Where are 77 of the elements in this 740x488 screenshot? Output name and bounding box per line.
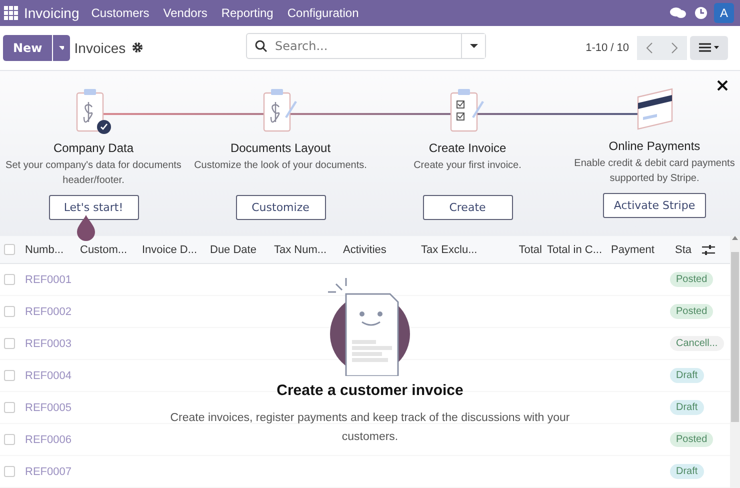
- table-cell-text: REF0004: [24, 370, 72, 382]
- settings-icon[interactable]: [132, 42, 143, 54]
- row-checkbox[interactable]: [4, 434, 15, 445]
- table-cell-text: REF0006: [24, 434, 72, 446]
- menu-item[interactable]: Reporting: [221, 6, 274, 20]
- new-button[interactable]: New: [3, 34, 52, 61]
- column-header[interactable]: Invoice D...: [137, 244, 205, 256]
- select-all-checkbox[interactable]: [4, 244, 15, 255]
- column-header[interactable]: Sta: [670, 244, 702, 256]
- previous-button[interactable]: [637, 36, 662, 60]
- table-cell-text: REF0001: [24, 274, 72, 286]
- table-cell-text: REF0007: [24, 466, 72, 478]
- column-header[interactable]: Payment: [606, 244, 670, 256]
- sliders-icon[interactable]: [702, 244, 715, 256]
- empty-state-title: Create a customer invoice: [276, 382, 464, 399]
- step-description: Enable credit & debit card payments supported by Stripe.: [573, 156, 736, 186]
- user-avatar[interactable]: A: [714, 2, 734, 23]
- table-cell-text: REF0005: [24, 402, 72, 414]
- status-badge: Posted: [670, 272, 714, 287]
- chat-icon[interactable]: [670, 6, 686, 20]
- search-options-button[interactable]: [461, 34, 485, 58]
- app-name[interactable]: Invoicing: [24, 4, 80, 21]
- status-badge: Draft: [670, 400, 704, 415]
- search-bar[interactable]: Search...: [246, 32, 486, 59]
- search-icon: [255, 40, 267, 52]
- step-description: Customize the look of your documents.: [193, 158, 368, 173]
- step-title: Online Payments: [608, 138, 700, 153]
- status-badge: Posted: [670, 304, 714, 319]
- chevron-right-icon: [671, 42, 678, 54]
- status-badge: Draft: [670, 368, 704, 383]
- chevron-left-icon: [646, 42, 653, 54]
- tour-pointer-icon: [76, 214, 96, 241]
- step-description: Create your first invoice.: [412, 158, 522, 173]
- row-checkbox[interactable]: [4, 466, 15, 477]
- table-cell-text: REF0002: [24, 306, 72, 318]
- column-header[interactable]: Tax Exclu...: [416, 244, 486, 256]
- menu-item[interactable]: Customers: [91, 6, 150, 20]
- next-button[interactable]: [662, 36, 687, 60]
- caret-icon: [470, 44, 478, 48]
- empty-state-text: Create invoices, register payments and keep track of the discussions with your customers.: [169, 411, 571, 445]
- close-icon: [717, 80, 728, 91]
- step-button[interactable]: Activate Stripe: [602, 192, 706, 218]
- column-header[interactable]: Tax Num...: [269, 244, 338, 256]
- breadcrumb: Invoices: [74, 40, 126, 56]
- column-header[interactable]: Numb...: [20, 244, 75, 256]
- step-button[interactable]: Customize: [236, 194, 326, 220]
- row-checkbox[interactable]: [4, 370, 15, 381]
- column-header[interactable]: Custom...: [75, 244, 137, 256]
- menu-item[interactable]: Vendors: [163, 6, 208, 20]
- clock-icon[interactable]: [694, 6, 708, 20]
- column-header[interactable]: Total: [486, 244, 542, 256]
- pager-value[interactable]: 1-10 / 10: [586, 42, 629, 54]
- step-title: Create Invoice: [428, 140, 506, 155]
- column-header[interactable]: Total in C...: [542, 244, 606, 256]
- status-badge: Draft: [670, 464, 704, 479]
- apps-grid-icon[interactable]: [4, 6, 18, 20]
- step-description: Set your company's data for documents header/footer.: [4, 158, 182, 188]
- caret-icon: [59, 46, 64, 50]
- row-checkbox[interactable]: [4, 402, 15, 413]
- new-dropdown-button[interactable]: [52, 34, 70, 61]
- clipboard-icon: [74, 86, 114, 135]
- status-badge: Cancell...: [670, 336, 724, 351]
- step-title: Company Data: [53, 140, 134, 155]
- table-cell-text: REF0003: [24, 338, 72, 350]
- step-button[interactable]: Create: [422, 194, 512, 220]
- list-icon: [699, 43, 719, 52]
- scrollbar-thumb[interactable]: [731, 252, 739, 422]
- step-button[interactable]: Let's start!: [48, 194, 138, 220]
- row-checkbox[interactable]: [4, 274, 15, 285]
- row-checkbox[interactable]: [4, 338, 15, 349]
- column-header[interactable]: Activities: [338, 244, 416, 256]
- status-badge: Posted: [670, 432, 714, 447]
- menu-item[interactable]: Configuration: [287, 6, 359, 20]
- column-header[interactable]: Due Date: [205, 244, 269, 256]
- view-switcher-button[interactable]: [690, 36, 728, 60]
- step-title: Documents Layout: [230, 140, 331, 155]
- row-checkbox[interactable]: [4, 306, 15, 317]
